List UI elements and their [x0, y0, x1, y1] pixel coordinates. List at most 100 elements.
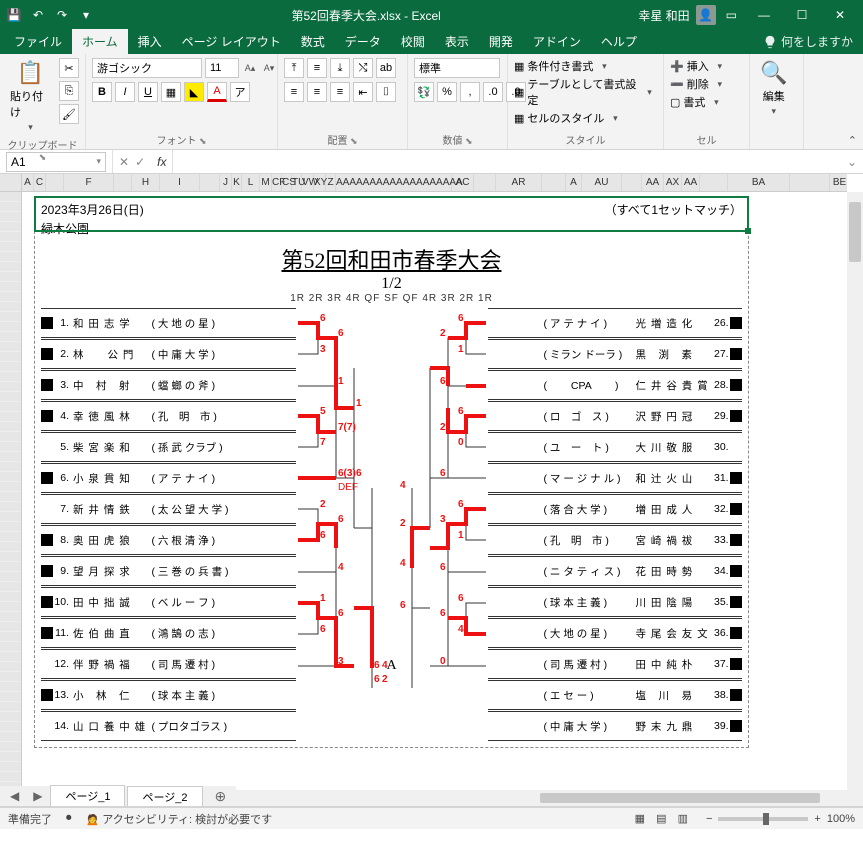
bold-button[interactable]: B: [92, 82, 112, 102]
format-painter-button[interactable]: 🖌: [59, 104, 79, 124]
col-header[interactable]: CF: [272, 174, 282, 191]
inc-decimal-button[interactable]: .0: [483, 82, 503, 102]
col-header[interactable]: A: [566, 174, 582, 191]
row-header[interactable]: [0, 492, 21, 502]
col-header[interactable]: H: [132, 174, 160, 191]
row-header[interactable]: [0, 402, 21, 412]
currency-button[interactable]: 💱: [414, 82, 434, 102]
row-header[interactable]: [0, 372, 21, 382]
col-header[interactable]: [114, 174, 132, 191]
delete-cells-button[interactable]: ➖削除▾: [670, 76, 728, 92]
page-break-view-button[interactable]: ▥: [674, 813, 692, 825]
row-header[interactable]: [0, 242, 21, 252]
maximize-button[interactable]: ☐: [785, 8, 819, 22]
row-header[interactable]: [0, 672, 21, 682]
editing-button[interactable]: 🔍 編集 ▾: [756, 58, 791, 119]
col-header[interactable]: AX: [664, 174, 682, 191]
orientation-button[interactable]: ⤭: [353, 58, 373, 78]
row-header[interactable]: [0, 202, 21, 212]
underline-button[interactable]: U: [138, 82, 158, 102]
format-cells-button[interactable]: ▢書式▾: [670, 94, 724, 110]
ribbon-display-icon[interactable]: ▭: [726, 8, 737, 22]
sheet-nav-prev[interactable]: ◀: [4, 789, 25, 803]
cell-styles-button[interactable]: ▦セルのスタイル▾: [514, 110, 623, 126]
row-header[interactable]: [0, 412, 21, 422]
row-header[interactable]: [0, 442, 21, 452]
col-header[interactable]: [46, 174, 64, 191]
row-header[interactable]: [0, 532, 21, 542]
font-shrink-icon[interactable]: A▾: [261, 63, 277, 74]
col-header[interactable]: J: [220, 174, 232, 191]
col-header[interactable]: BE: [830, 174, 847, 191]
row-header[interactable]: [0, 542, 21, 552]
row-header[interactable]: [0, 232, 21, 242]
percent-button[interactable]: %: [437, 82, 457, 102]
user-account[interactable]: 幸星 和田 👤: [638, 5, 715, 25]
col-header[interactable]: BA: [728, 174, 790, 191]
enter-formula-icon[interactable]: ✓: [135, 155, 145, 169]
qat-customize-icon[interactable]: ▾: [78, 8, 94, 22]
align-center-button[interactable]: ≡: [307, 82, 327, 102]
row-header[interactable]: [0, 352, 21, 362]
align-top-button[interactable]: ⤒: [284, 58, 304, 78]
zoom-out-button[interactable]: −: [706, 813, 712, 825]
col-header[interactable]: [700, 174, 728, 191]
sheet-tab-2[interactable]: ページ_2: [127, 786, 202, 807]
row-header[interactable]: [0, 382, 21, 392]
row-header[interactable]: [0, 312, 21, 322]
col-header[interactable]: AC: [452, 174, 474, 191]
align-bottom-button[interactable]: ⤓: [330, 58, 350, 78]
row-header[interactable]: [0, 712, 21, 722]
align-right-button[interactable]: ≡: [330, 82, 350, 102]
tab-file[interactable]: ファイル: [4, 29, 72, 54]
comma-button[interactable]: ,: [460, 82, 480, 102]
row-header[interactable]: [0, 252, 21, 262]
row-header[interactable]: [0, 292, 21, 302]
row-header[interactable]: [0, 612, 21, 622]
row-header[interactable]: [0, 652, 21, 662]
row-header[interactable]: [0, 702, 21, 712]
row-header[interactable]: [0, 662, 21, 672]
col-header[interactable]: C: [34, 174, 46, 191]
col-header[interactable]: XY: [314, 174, 326, 191]
border-button[interactable]: ▦: [161, 82, 181, 102]
row-header[interactable]: [0, 622, 21, 632]
normal-view-button[interactable]: ▦: [631, 813, 649, 825]
row-header[interactable]: [0, 452, 21, 462]
row-header[interactable]: [0, 592, 21, 602]
row-header[interactable]: [0, 332, 21, 342]
wrap-text-button[interactable]: ab: [376, 58, 396, 78]
row-header[interactable]: [0, 522, 21, 532]
row-header[interactable]: [0, 342, 21, 352]
tell-me[interactable]: 何をしますか: [753, 29, 863, 54]
zoom-slider[interactable]: [718, 817, 808, 821]
collapse-ribbon-icon[interactable]: ⌃: [848, 134, 857, 147]
row-header[interactable]: [0, 502, 21, 512]
font-name-select[interactable]: [92, 58, 202, 78]
row-header[interactable]: [0, 432, 21, 442]
row-header[interactable]: [0, 602, 21, 612]
row-header[interactable]: [0, 742, 21, 752]
tab-data[interactable]: データ: [335, 29, 391, 54]
row-header[interactable]: [0, 722, 21, 732]
row-header[interactable]: [0, 732, 21, 742]
row-header[interactable]: [0, 632, 21, 642]
row-header[interactable]: [0, 282, 21, 292]
row-header[interactable]: [0, 272, 21, 282]
add-sheet-button[interactable]: ⊕: [205, 788, 237, 805]
align-left-button[interactable]: ≡: [284, 82, 304, 102]
conditional-format-button[interactable]: ▦条件付き書式▾: [514, 58, 612, 74]
save-icon[interactable]: 💾: [6, 8, 22, 22]
vertical-scrollbar[interactable]: [847, 192, 863, 790]
tab-developer[interactable]: 開発: [479, 29, 523, 54]
row-header[interactable]: [0, 512, 21, 522]
number-format-select[interactable]: [414, 58, 500, 78]
col-header[interactable]: M: [260, 174, 272, 191]
row-header[interactable]: [0, 462, 21, 472]
tab-insert[interactable]: 挿入: [128, 29, 172, 54]
redo-icon[interactable]: ↷: [54, 8, 70, 22]
col-header[interactable]: AAAAAAAAAAAAAAAAAAA: [336, 174, 452, 191]
col-header[interactable]: AA: [642, 174, 664, 191]
row-header[interactable]: [0, 582, 21, 592]
row-header[interactable]: [0, 762, 21, 772]
